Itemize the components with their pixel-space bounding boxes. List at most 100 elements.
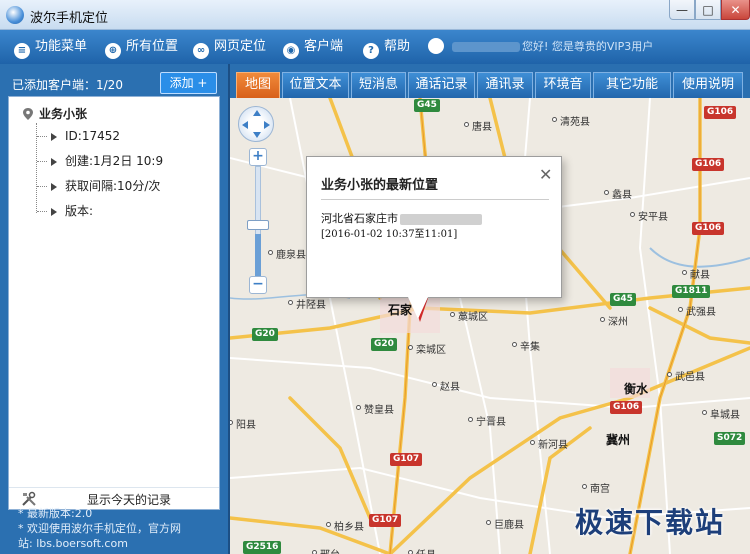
highway-shield: G45 [414, 99, 440, 112]
link-icon: ∞ [193, 43, 209, 59]
client-name: 业务小张 [39, 107, 88, 121]
tools-icon [22, 491, 36, 506]
map-place-label: 藁城区 [458, 312, 488, 323]
highway-shield: G106 [692, 158, 725, 171]
client-node[interactable]: 业务小张 [23, 105, 87, 122]
place-dot-icon [682, 270, 687, 275]
tab-location-text[interactable]: 位置文本 [282, 72, 349, 98]
tab-instructions[interactable]: 使用说明 [673, 72, 743, 98]
map-place-label: 鹿泉县 [276, 250, 306, 261]
map-place-label: 栾城区 [416, 345, 446, 356]
window-title: 波尔手机定位 [30, 11, 109, 26]
map-place-label: 赵县 [440, 382, 460, 393]
highway-shield: G20 [252, 328, 278, 341]
place-dot-icon [702, 410, 707, 415]
highway-shield: G107 [390, 453, 423, 466]
map-place-label: 井陉县 [296, 300, 326, 311]
place-dot-icon [408, 550, 413, 554]
pan-right-icon[interactable] [264, 121, 270, 129]
client-detail-created[interactable]: 创建:1月2日 10:9 [37, 152, 163, 170]
close-button[interactable]: ✕ [721, 0, 750, 20]
map-view[interactable]: 唐县清苑县蠡县安平县深泽县鹿泉县井陉县藁城区栾城区辛集深州武强县献县赵县赞皇县宁… [230, 98, 750, 554]
popup-address: 河北省石家庄市 [321, 210, 482, 226]
menu-item-label: 客户端 [304, 39, 344, 54]
place-dot-icon [356, 405, 361, 410]
map-place-label: 宁晋县 [476, 417, 506, 428]
place-dot-icon [288, 300, 293, 305]
tab-bar: 地图 位置文本 短消息 通话记录 通讯录 环境音 其它功能 使用说明 [230, 64, 750, 98]
client-detail-id[interactable]: ID:17452 [37, 127, 120, 145]
info-notes: * 最新版本:2.0 * 欢迎使用波尔手机定位，官方网 站: lbs.boers… [18, 506, 223, 551]
zoom-out-button[interactable]: − [249, 276, 267, 294]
highway-shield: G107 [369, 514, 402, 527]
place-dot-icon [667, 372, 672, 377]
place-dot-icon [450, 312, 455, 317]
map-pan-control[interactable] [238, 106, 274, 142]
pan-up-icon[interactable] [253, 110, 261, 116]
address-text: 河北省石家庄市 [321, 212, 398, 225]
map-place-label: 武强县 [686, 307, 716, 318]
note-website: 站: lbs.boersoft.com [18, 537, 128, 550]
tab-call-log[interactable]: 通话记录 [408, 72, 475, 98]
minimize-button[interactable]: — [669, 0, 695, 20]
highway-shield: G2516 [243, 541, 282, 554]
menu-item-label: 帮助 [384, 39, 411, 54]
zoom-level-fill [255, 234, 261, 276]
highway-shield: G106 [704, 106, 737, 119]
place-dot-icon [486, 520, 491, 525]
tab-map[interactable]: 地图 [236, 72, 280, 98]
watermark-text: 极速下载站 [575, 506, 726, 539]
map-place-label: 献县 [690, 270, 710, 281]
map-place-label: 清苑县 [560, 117, 590, 128]
menu-item-function[interactable]: ≡ 功能菜单 [14, 30, 87, 64]
popup-title: 业务小张的最新位置 [321, 178, 439, 193]
user-greeting: 您好! 您是尊贵的VIP3用户 [522, 40, 654, 53]
place-dot-icon [468, 417, 473, 422]
menu-item-label: 网页定位 [214, 39, 267, 54]
tab-contacts[interactable]: 通讯录 [477, 72, 533, 98]
location-pin-icon [23, 108, 33, 120]
title-bar: 波尔手机定位 — □ ✕ [0, 0, 750, 30]
place-dot-icon [464, 122, 469, 127]
add-client-button[interactable]: 添加 + [160, 72, 217, 94]
popup-close-button[interactable]: ✕ [539, 165, 552, 184]
menu-item-label: 所有位置 [126, 39, 179, 54]
zoom-slider-handle[interactable] [247, 220, 269, 230]
client-detail-interval[interactable]: 获取间隔:10分/次 [37, 177, 160, 195]
menu-item-all-locations[interactable]: ⊕ 所有位置 [105, 30, 178, 64]
pan-down-icon[interactable] [253, 132, 261, 138]
camera-icon: ◉ [283, 43, 299, 59]
menu-item-help[interactable]: ? 帮助 [363, 30, 410, 64]
map-place-label: 阳县 [236, 420, 256, 431]
client-count: 已添加客户端：1/20 [12, 78, 123, 92]
popup-divider [321, 199, 549, 200]
map-place-label: 唐县 [472, 122, 492, 133]
map-place-label: 阜城县 [710, 410, 740, 421]
menu-item-client[interactable]: ◉ 客户端 [283, 30, 343, 64]
menu-bar: ≡ 功能菜单 ⊕ 所有位置 ∞ 网页定位 ◉ 客户端 ? 帮助 您好! 您是尊贵的VIP3… [0, 30, 750, 64]
detail-text: ID:17452 [65, 129, 120, 143]
zoom-in-button[interactable]: + [249, 148, 267, 166]
menu-item-web-locate[interactable]: ∞ 网页定位 [193, 30, 266, 64]
tab-sms[interactable]: 短消息 [351, 72, 406, 98]
highway-shield: G106 [692, 222, 725, 235]
tab-ambient-sound[interactable]: 环境音 [535, 72, 591, 98]
detail-text: 创建:1月2日 10:9 [65, 154, 164, 168]
place-dot-icon [630, 212, 635, 217]
map-place-label: 深州 [608, 317, 628, 328]
highway-shield: G45 [610, 293, 636, 306]
zoom-control: + − [247, 148, 269, 298]
tab-other-functions[interactable]: 其它功能 [593, 72, 671, 98]
maximize-button[interactable]: □ [695, 0, 721, 20]
expand-arrow-icon [51, 207, 57, 216]
place-dot-icon [600, 317, 605, 322]
map-place-label: 蠡县 [612, 190, 632, 201]
highway-shield: G20 [371, 338, 397, 351]
place-dot-icon [408, 345, 413, 350]
client-detail-version[interactable]: 版本: [37, 202, 93, 220]
pan-left-icon[interactable] [242, 121, 248, 129]
place-dot-icon [432, 382, 437, 387]
user-status: 您好! 您是尊贵的VIP3用户 [428, 30, 653, 64]
place-dot-icon [678, 307, 683, 312]
map-place-label: 柏乡县 [334, 522, 364, 533]
